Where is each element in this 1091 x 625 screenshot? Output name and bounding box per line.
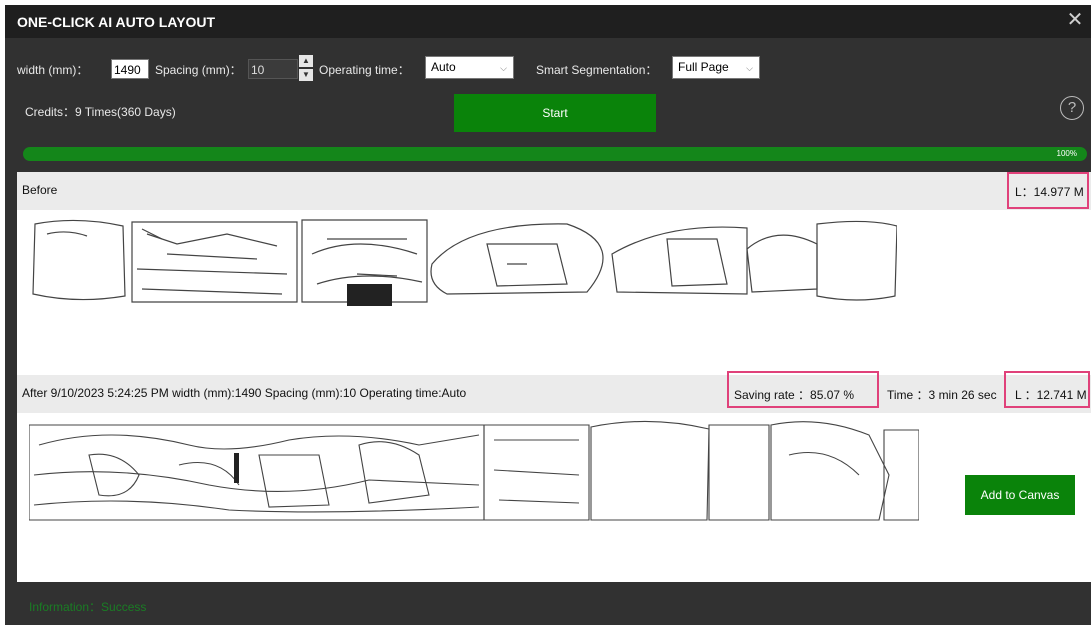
- operating-time-label: Operating time：: [319, 63, 410, 77]
- credits-text: Credits：9 Times(360 Days): [25, 105, 176, 119]
- progress-label: 100%: [1056, 149, 1077, 158]
- before-label: Before: [22, 183, 58, 197]
- results-panel: Before L：14.977 M After 9/10/2023 5:24:2…: [17, 172, 1091, 582]
- width-label: width (mm)：: [17, 63, 89, 77]
- elapsed-time: Time ：3 min 26 sec: [887, 388, 997, 402]
- smart-segmentation-label: Smart Segmentation：: [536, 63, 658, 77]
- add-to-canvas-button[interactable]: Add to Canvas: [965, 475, 1075, 515]
- status-info: Information：Success: [29, 600, 147, 614]
- width-input[interactable]: 1490: [111, 59, 149, 79]
- stepper-up-icon[interactable]: ▲: [299, 55, 313, 67]
- before-header: Before L：14.977 M: [17, 172, 1091, 210]
- start-button[interactable]: Start: [454, 94, 656, 132]
- smart-segmentation-value: Full Page: [678, 60, 729, 74]
- title-bar: ONE-CLICK AI AUTO LAYOUT ✕: [5, 5, 1091, 38]
- close-icon[interactable]: ✕: [1063, 8, 1087, 32]
- progress-bar: 100%: [23, 147, 1087, 161]
- saving-rate-highlight: [727, 371, 879, 408]
- stepper-down-icon[interactable]: ▼: [299, 69, 313, 81]
- after-length-highlight: [1004, 371, 1090, 408]
- operating-time-value: Auto: [431, 60, 456, 74]
- after-layout-preview: [29, 420, 919, 521]
- before-length-highlight: [1007, 172, 1089, 209]
- before-layout-preview: [32, 219, 897, 306]
- operating-time-select[interactable]: Auto ⌵: [425, 56, 514, 79]
- chevron-down-icon: ⌵: [500, 63, 507, 73]
- smart-segmentation-select[interactable]: Full Page ⌵: [672, 56, 760, 79]
- spacing-label: Spacing (mm)：: [155, 63, 242, 77]
- spacing-stepper[interactable]: ▲ ▼: [299, 55, 313, 81]
- chevron-down-icon: ⌵: [746, 63, 753, 73]
- window-title: ONE-CLICK AI AUTO LAYOUT: [17, 14, 216, 30]
- help-icon[interactable]: ?: [1060, 96, 1084, 120]
- spacing-input[interactable]: 10: [248, 59, 298, 79]
- after-header: After 9/10/2023 5:24:25 PM width (mm):14…: [17, 375, 1091, 413]
- dialog-window: ONE-CLICK AI AUTO LAYOUT ✕ width (mm)： 1…: [5, 5, 1091, 625]
- after-summary: After 9/10/2023 5:24:25 PM width (mm):14…: [22, 386, 467, 400]
